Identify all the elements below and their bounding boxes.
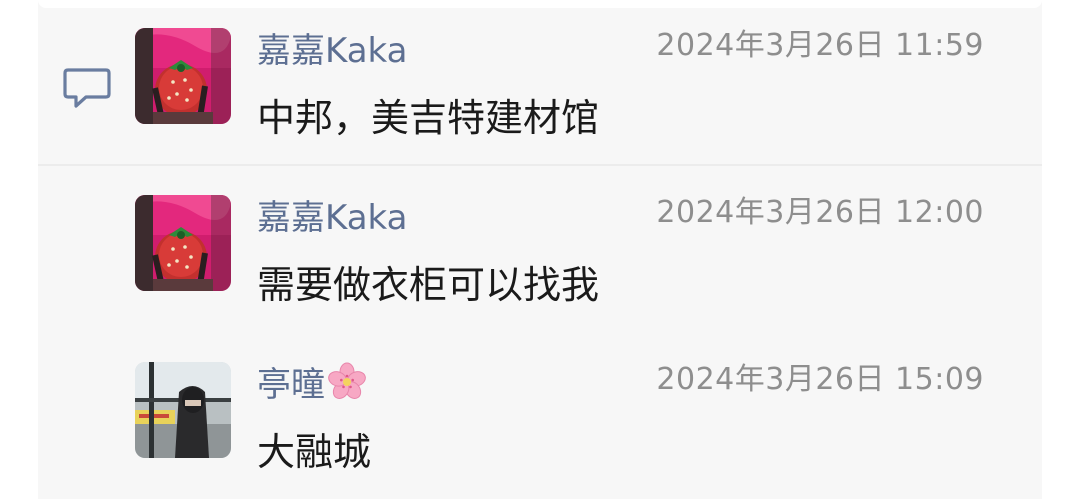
avatar[interactable] bbox=[135, 195, 231, 291]
comment-author-name[interactable]: 嘉嘉Kaka bbox=[257, 195, 407, 241]
comment-item: 亭曈 2024年3月26日 15:09 大融城 bbox=[0, 334, 1080, 474]
comment-text: 需要做衣柜可以找我 bbox=[257, 263, 600, 307]
comment-item: 嘉嘉Kaka 2024年3月26日 11:59 中邦，美吉特建材馆 bbox=[0, 0, 1080, 140]
comment-timestamp: 2024年3月26日 15:09 bbox=[656, 362, 984, 397]
strawberry-costume-avatar bbox=[135, 28, 231, 124]
comment-item: 嘉嘉Kaka 2024年3月26日 12:00 需要做衣柜可以找我 bbox=[0, 167, 1080, 307]
comment-section-divider bbox=[38, 164, 1042, 166]
comment-timestamp: 2024年3月26日 11:59 bbox=[656, 28, 984, 63]
author-name-text: 亭曈 bbox=[257, 365, 325, 405]
comment-author-name[interactable]: 亭曈 bbox=[257, 362, 367, 408]
strawberry-costume-avatar bbox=[135, 195, 231, 291]
cherry-blossom-icon bbox=[328, 362, 366, 399]
comment-text: 大融城 bbox=[257, 430, 372, 474]
avatar[interactable] bbox=[135, 362, 231, 458]
comment-text: 中邦，美吉特建材馆 bbox=[257, 96, 600, 140]
comment-timestamp: 2024年3月26日 12:00 bbox=[656, 195, 984, 230]
avatar[interactable] bbox=[135, 28, 231, 124]
window-portrait-avatar bbox=[135, 362, 231, 458]
comment-author-name[interactable]: 嘉嘉Kaka bbox=[257, 28, 407, 74]
